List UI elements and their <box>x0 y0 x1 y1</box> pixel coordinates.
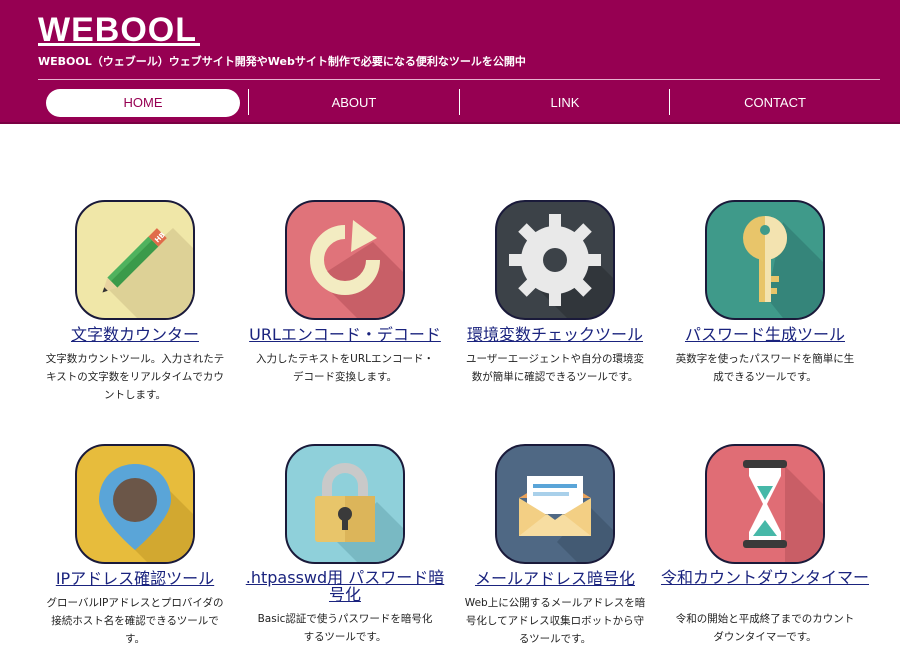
padlock-icon[interactable] <box>285 444 405 564</box>
key-icon[interactable] <box>705 200 825 320</box>
envelope-icon[interactable] <box>495 444 615 564</box>
site-tagline: WEBOOL（ウェブール）ウェブサイト開発やWebサイト制作で必要になる便利なツ… <box>38 55 526 68</box>
refresh-arrow-icon[interactable] <box>285 200 405 320</box>
site-header: WEBOOL WEBOOL（ウェブール）ウェブサイト開発やWebサイト制作で必要… <box>0 0 900 124</box>
tool-description: 文字数カウントツール。入力されたテキストの文字数をリアルタイムでカウントします。 <box>45 353 225 401</box>
tool-description: グローバルIPアドレスとプロバイダの接続ホスト名を確認できるツールです。 <box>46 597 224 645</box>
tool-title-link[interactable]: .htpasswd用 パスワード暗号化 <box>240 569 450 603</box>
tool-description: Web上に公開するメールアドレスを暗号化してアドレス収集ロボットから守るツールで… <box>464 597 646 645</box>
nav-contact[interactable]: CONTACT <box>670 89 880 117</box>
tool-description: 英数字を使ったパスワードを簡単に生成できるツールです。 <box>675 353 855 383</box>
tool-description: Basic認証で使うパスワードを暗号化するツールです。 <box>257 613 433 643</box>
tool-description: 入力したテキストをURLエンコード・デコード変換します。 <box>255 353 434 383</box>
nav-home[interactable]: HOME <box>46 89 240 117</box>
tool-description: ユーザーエージェントや自分の環境変数が簡単に確認できるツールです。 <box>465 353 645 383</box>
tool-title-link[interactable]: 環境変数チェックツール <box>450 325 660 344</box>
header-bottom-border <box>0 122 900 124</box>
tool-title-link[interactable]: 文字数カウンター <box>30 325 240 344</box>
tool-title-link[interactable]: URLエンコード・デコード <box>240 325 450 344</box>
header-divider <box>38 79 880 80</box>
main-nav: HOME ABOUT LINK CONTACT <box>38 89 880 117</box>
nav-link[interactable]: LINK <box>460 89 670 117</box>
tool-title-link[interactable]: 令和カウントダウンタイマー <box>660 569 870 586</box>
tool-title-link[interactable]: パスワード生成ツール <box>660 325 870 344</box>
pencil-icon[interactable]: HB <box>75 200 195 320</box>
nav-about[interactable]: ABOUT <box>249 89 459 117</box>
tool-description: 令和の開始と平成終了までのカウントダウンタイマーです。 <box>675 613 855 643</box>
gear-icon[interactable] <box>495 200 615 320</box>
map-pin-icon[interactable] <box>75 444 195 564</box>
tool-title-link[interactable]: メールアドレス暗号化 <box>450 569 660 588</box>
hourglass-icon[interactable] <box>705 444 825 564</box>
tool-title-link[interactable]: IPアドレス確認ツール <box>30 569 240 588</box>
logo-underline <box>38 43 200 46</box>
